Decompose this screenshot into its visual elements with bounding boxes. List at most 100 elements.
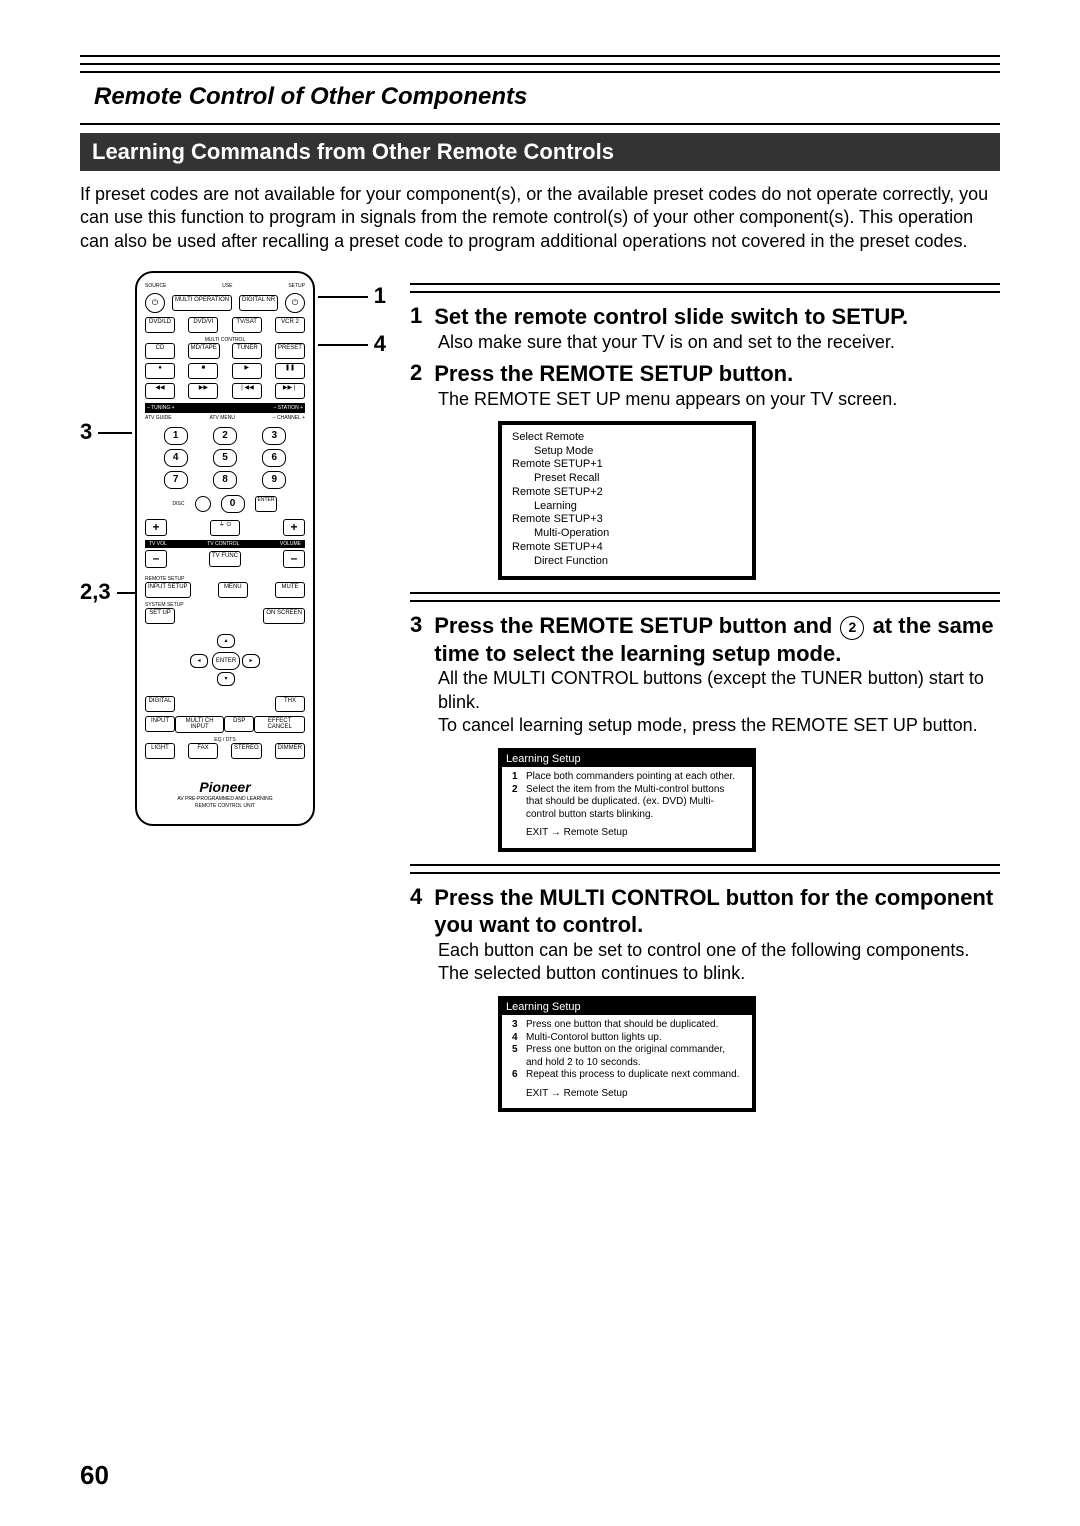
num-1: 1 [164, 427, 188, 445]
remote-button: DIGITAL NR [239, 295, 278, 311]
step-body-text: All the MULTI CONTROL buttons (except th… [438, 667, 1000, 714]
remote-button: LIGHT [145, 743, 175, 759]
tuning-labels: – TUNING + – STATION + [145, 403, 305, 413]
arrow-right-icon: ▸ [242, 654, 260, 668]
remote-button: DIGITAL [145, 696, 175, 712]
num-8: 8 [213, 471, 237, 489]
osd-subtitle: Setup Mode [534, 445, 742, 459]
ffwd-icon: ▶▶ [188, 383, 218, 399]
remote-button: FAX [188, 743, 218, 759]
num-4: 4 [164, 449, 188, 467]
osd-title: Select Remote [512, 431, 742, 445]
num-5: 5 [213, 449, 237, 467]
remote-button: MULTI OPERATION [172, 295, 232, 311]
remote-label: ATV GUIDE [145, 415, 172, 421]
osd-num: 4 [512, 1032, 522, 1045]
osd-exit: EXIT → Remote Setup [526, 827, 742, 840]
pause-icon: ❚❚ [275, 363, 305, 379]
osd-num: 6 [512, 1069, 522, 1082]
step-number: 2 [410, 360, 422, 388]
osd-black-title: Learning Setup [502, 1000, 752, 1016]
callout-4: 4 [318, 331, 386, 357]
keypad-2-icon: 2 [840, 616, 864, 640]
remote-label: DISC [173, 501, 185, 507]
dpad: ▴ ▾ ◂ ▸ ENTER [190, 630, 260, 690]
remote-button: INPUT [145, 716, 175, 732]
remote-button: THX [275, 696, 305, 712]
remote-button: DVD/LD [145, 317, 175, 333]
step-number: 3 [410, 612, 422, 667]
remote-button: TUNER [232, 343, 262, 359]
remote-button: TV/SAT [232, 317, 262, 333]
arrow-down-icon: ▾ [217, 672, 235, 686]
remote-label: ATV MENU [209, 415, 234, 421]
disc-icon [195, 496, 211, 512]
tv-func: TV FUNC [209, 551, 241, 567]
dpad-enter: ENTER [212, 652, 240, 670]
arrow-up-icon: ▴ [217, 634, 235, 648]
prev-icon: ❘◀◀ [232, 383, 262, 399]
remote-label: SETUP [288, 283, 305, 289]
remote-button: EFFECT CANCEL [254, 716, 305, 733]
osd-text: Press one button that should be duplicat… [526, 1019, 742, 1032]
step-3: 3 Press the REMOTE SETUP button and 2 at… [410, 612, 1000, 851]
numpad: 1 2 3 4 5 6 7 8 9 [153, 427, 297, 489]
osd-item-sub: Multi-Operation [534, 527, 742, 541]
power-right-icon: ⏻ [285, 293, 305, 313]
osd-black-title: Learning Setup [502, 752, 752, 768]
remote-button: DSP [224, 716, 254, 732]
separator [410, 864, 1000, 874]
header-title: Remote Control of Other Components [94, 83, 986, 111]
callout-23: 2,3 [80, 579, 137, 605]
step-body-text: Also make sure that your TV is on and se… [438, 331, 1000, 354]
step-title: Press the REMOTE SETUP button and 2 at t… [434, 612, 1000, 667]
num-9: 9 [262, 471, 286, 489]
vol-down: – [283, 550, 305, 567]
step-title: Press the REMOTE SETUP button. [434, 360, 793, 388]
osd-num: 1 [512, 771, 522, 784]
step-1: 1 Set the remote control slide switch to… [410, 303, 1000, 354]
num-3: 3 [262, 427, 286, 445]
step-body-bold: To cancel learning setup mode, press the… [438, 714, 1000, 737]
remote-wrap: 1 4 3 2,3 SOURCE USE SETUP [80, 271, 380, 826]
remote-label: USE [222, 283, 232, 289]
num-0: 0 [221, 495, 245, 513]
content-columns: 1 4 3 2,3 SOURCE USE SETUP [80, 271, 1000, 1118]
step-body-text: Each button can be set to control one of… [438, 939, 1000, 962]
num-7: 7 [164, 471, 188, 489]
osd-item: Remote SETUP+1 [512, 458, 742, 472]
next-icon: ▶▶❘ [275, 383, 305, 399]
osd-item-sub: Preset Recall [534, 472, 742, 486]
remote-button: MULTI CH INPUT [175, 716, 224, 733]
step-4: 4 Press the MULTI CONTROL button for the… [410, 884, 1000, 1113]
play-icon: ▶ [232, 363, 262, 379]
enter-button: ENTER [255, 496, 278, 512]
intro-paragraph: If preset codes are not available for yo… [80, 183, 1000, 253]
step-number: 1 [410, 303, 422, 331]
osd-item-sub: Direct Function [534, 555, 742, 569]
stop-icon: ■ [188, 363, 218, 379]
remote-button: MD/TAPE [188, 343, 220, 359]
step-title: Set the remote control slide switch to S… [434, 303, 908, 331]
step-title: Press the MULTI CONTROL button for the c… [434, 884, 1000, 939]
vol-up: + [283, 519, 305, 536]
osd-menu-2: Learning Setup 1 Place both commanders po… [498, 748, 756, 852]
page-number: 60 [80, 1460, 109, 1491]
osd-text: Multi-Contorol button lights up. [526, 1032, 742, 1045]
vol-up: + [145, 519, 167, 536]
num-6: 6 [262, 449, 286, 467]
callout-3: 3 [80, 419, 132, 445]
remote-button: INPUT SETUP [145, 582, 191, 598]
osd-text: Place both commanders pointing at each o… [526, 771, 742, 784]
step-number: 4 [410, 884, 422, 939]
step-body-text: The REMOTE SET UP menu appears on your T… [438, 388, 1000, 411]
brand-sub: REMOTE CONTROL UNIT [145, 804, 305, 810]
step-body-text: The selected button continues to blink. [438, 962, 1000, 985]
steps-column: 1 Set the remote control slide switch to… [410, 271, 1000, 1118]
osd-text: Select the item from the Multi-control b… [526, 784, 742, 822]
osd-menu-3: Learning Setup 3Press one button that sh… [498, 996, 756, 1113]
remote-button: DIMMER [275, 743, 305, 759]
num-2: 2 [213, 427, 237, 445]
remote-button: DVD/VI [188, 317, 218, 333]
remote-column: 1 4 3 2,3 SOURCE USE SETUP [80, 271, 380, 1118]
